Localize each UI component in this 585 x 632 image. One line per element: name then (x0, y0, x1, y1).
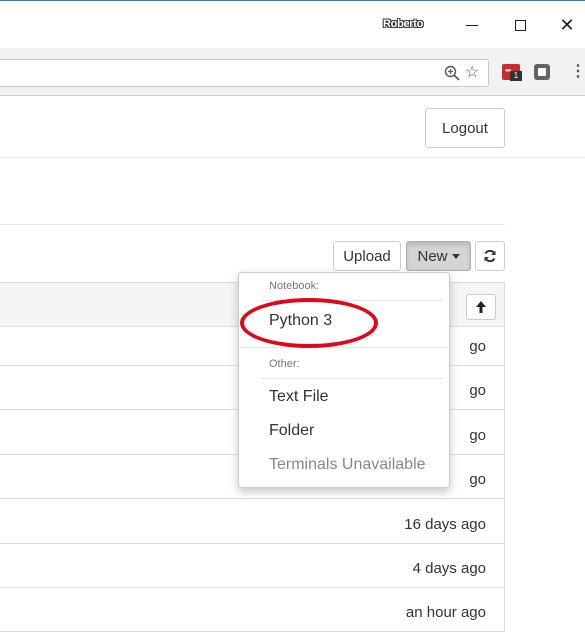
refresh-icon (484, 249, 496, 263)
caret-down-icon (451, 253, 460, 259)
new-button[interactable]: New (406, 241, 471, 271)
close-icon: ✕ (559, 14, 575, 35)
zoom-icon[interactable] (444, 65, 460, 81)
maximize-button[interactable] (506, 11, 534, 39)
menu-divider (239, 347, 451, 348)
tab-divider (0, 224, 505, 225)
header-divider (0, 157, 585, 158)
upload-button[interactable]: Upload (333, 241, 401, 271)
modified-time: go (469, 471, 486, 488)
modified-time: go (469, 338, 486, 355)
maximize-icon (514, 19, 526, 31)
notebook-header: Notebook: (269, 280, 320, 292)
menu-item-terminals: Terminals Unavailable (269, 456, 426, 473)
menu-item-folder[interactable]: Folder (269, 422, 314, 440)
extension-icon[interactable] (534, 64, 550, 80)
bookmark-star-icon[interactable]: ☆ (465, 62, 479, 82)
menu-divider (261, 300, 443, 301)
file-row[interactable]: an hour ago (0, 594, 504, 632)
sort-button[interactable] (466, 294, 496, 320)
modified-time: an hour ago (405, 604, 486, 621)
file-row[interactable]: 4 days ago (0, 550, 504, 588)
file-row[interactable]: 16 days ago (0, 506, 504, 544)
menu-item-python3[interactable]: Python 3 (269, 312, 332, 330)
minimize-button[interactable] (458, 11, 486, 39)
extension-badge: 1 (510, 71, 522, 81)
browser-menu-icon[interactable]: ⋮ (570, 61, 585, 81)
modified-time: 16 days ago (404, 516, 486, 533)
profile-name[interactable]: Roberto (383, 18, 423, 30)
new-dropdown-menu: Notebook: Python 3 Other: Text File Fold… (238, 272, 451, 488)
arrow-up-icon (476, 301, 486, 313)
refresh-button[interactable] (475, 241, 505, 271)
window-titlebar: Roberto ✕ (0, 0, 585, 48)
close-button[interactable]: ✕ (553, 11, 581, 39)
minimize-icon (466, 24, 478, 26)
menu-divider (261, 378, 443, 379)
address-bar[interactable]: ☆ (0, 59, 489, 87)
modified-time: go (469, 427, 486, 444)
logout-button[interactable]: Logout (425, 108, 505, 148)
modified-time: 4 days ago (412, 560, 486, 577)
other-header: Other: (269, 358, 300, 370)
new-button-label: New (417, 247, 448, 265)
browser-toolbar: ☆ ••• 1 ⋮ (0, 48, 585, 96)
menu-item-text-file[interactable]: Text File (269, 388, 329, 406)
modified-time: go (469, 382, 486, 399)
